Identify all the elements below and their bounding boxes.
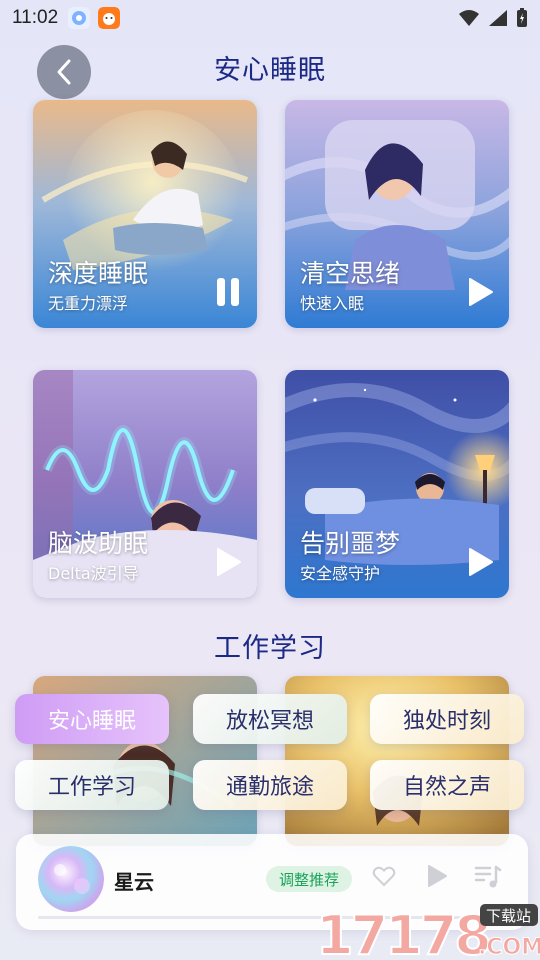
status-bar: 11:02 — [0, 0, 540, 36]
sleep-card-nightmare[interactable]: 告别噩梦 安全感守护 — [285, 370, 509, 598]
play-icon[interactable] — [465, 546, 495, 578]
play-icon[interactable] — [213, 546, 243, 578]
category-chip-nature[interactable]: 自然之声 — [370, 760, 524, 810]
battery-icon — [517, 8, 527, 27]
app-notification-icon — [68, 7, 91, 29]
pause-icon[interactable] — [213, 276, 243, 308]
page-title: 安心睡眠 — [214, 55, 326, 86]
sleep-card-brainwave[interactable]: 脑波助眠 Delta波引导 — [33, 370, 257, 598]
playlist-music-icon[interactable] — [474, 864, 502, 890]
svg-text:下载站: 下载站 — [486, 907, 531, 925]
category-chip-work-study[interactable]: 工作学习 — [15, 760, 169, 810]
work-section-title: 工作学习 — [214, 633, 326, 664]
track-name: 星云 — [114, 870, 154, 894]
status-time: 11:02 — [12, 7, 59, 28]
nebula-cover-art — [38, 846, 104, 912]
sleep-card-clear-mind[interactable]: 清空思绪 快速入眠 — [285, 100, 509, 328]
cat-app-notification-icon — [98, 7, 121, 29]
play-icon[interactable] — [465, 276, 495, 308]
heart-icon[interactable] — [372, 864, 396, 888]
card-title: 脑波助眠 — [48, 529, 149, 558]
card-subtitle: 无重力漂浮 — [48, 294, 129, 313]
card-title: 深度睡眠 — [48, 259, 149, 288]
sleep-card-deep-sleep[interactable]: 深度睡眠 无重力漂浮 — [33, 100, 257, 328]
17178-watermark-logo: 17178 下载站 .COM — [316, 903, 540, 960]
card-title: 告别噩梦 — [300, 529, 401, 558]
card-subtitle: 快速入眠 — [300, 294, 365, 313]
category-chip-commute[interactable]: 通勤旅途 — [193, 760, 347, 810]
svg-text:.COM: .COM — [478, 935, 540, 960]
category-chip-meditation[interactable]: 放松冥想 — [193, 694, 347, 744]
category-chip-solitude[interactable]: 独处时刻 — [370, 694, 524, 744]
card-subtitle: Delta波引导 — [48, 564, 139, 583]
card-title: 清空思绪 — [300, 259, 401, 288]
signal-icon — [489, 10, 507, 26]
play-icon[interactable] — [426, 864, 448, 888]
wifi-icon — [459, 10, 479, 26]
category-chip-sleep[interactable]: 安心睡眠 — [15, 694, 169, 744]
card-subtitle: 安全感守护 — [300, 564, 381, 583]
svg-text:17178: 17178 — [316, 904, 489, 960]
adjust-recommendation-button[interactable]: 调整推荐 — [266, 866, 352, 892]
